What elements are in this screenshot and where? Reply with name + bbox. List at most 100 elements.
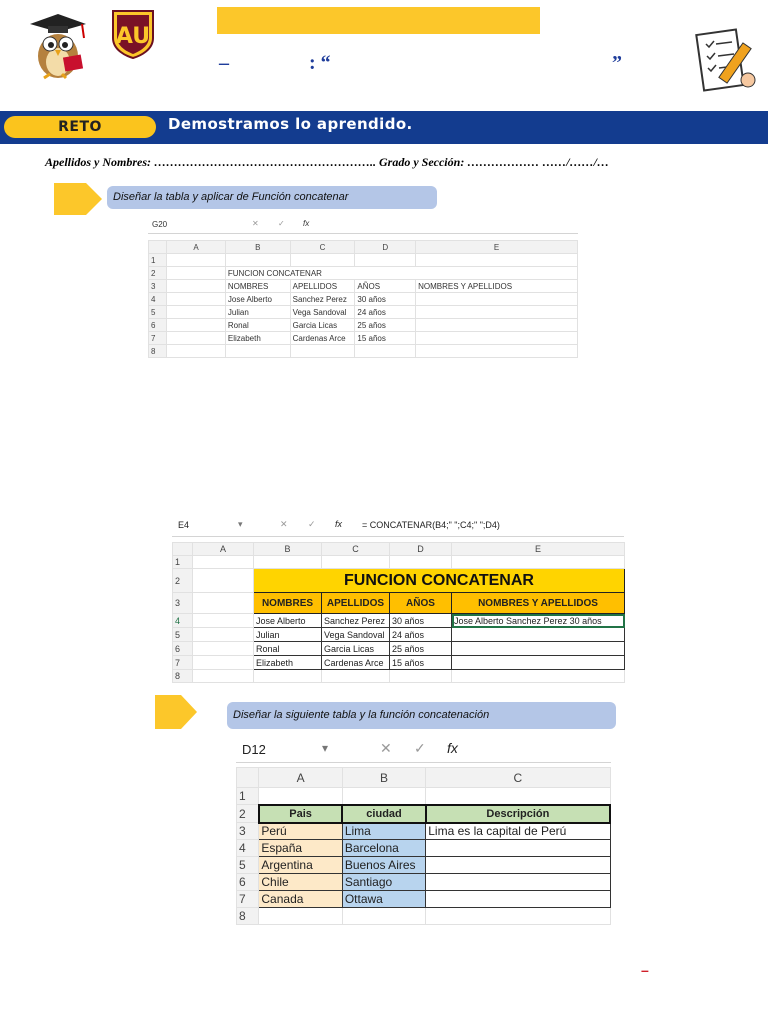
row-header[interactable]: 4 — [172, 613, 193, 628]
cell[interactable]: 24 años — [354, 305, 417, 319]
cell[interactable] — [451, 669, 625, 683]
table-title-cell[interactable]: FUNCION CONCATENAR — [224, 266, 579, 280]
row-header[interactable]: 6 — [235, 873, 260, 891]
cell[interactable] — [289, 253, 356, 267]
cell[interactable] — [192, 641, 254, 656]
dropdown-icon[interactable]: ▾ — [322, 741, 328, 755]
cell[interactable] — [192, 627, 254, 642]
table-title-cell[interactable]: FUNCION CONCATENAR — [253, 568, 625, 593]
cell[interactable]: Canada — [258, 890, 343, 908]
cell[interactable] — [415, 331, 578, 345]
column-header[interactable]: E — [451, 542, 625, 556]
cell[interactable] — [321, 669, 390, 683]
cell[interactable]: Vega Sandoval — [289, 305, 356, 319]
cell[interactable] — [166, 344, 226, 358]
cell[interactable] — [192, 592, 254, 614]
cell[interactable]: Ottawa — [341, 890, 427, 908]
cell[interactable] — [451, 555, 625, 569]
selected-cell[interactable]: Jose Alberto Sanchez Perez 30 años — [451, 613, 625, 628]
cell[interactable] — [425, 907, 611, 925]
cell[interactable] — [354, 344, 417, 358]
row-header[interactable]: 8 — [172, 669, 193, 683]
name-box[interactable]: E4 — [178, 520, 189, 530]
cell[interactable]: Ronal — [253, 641, 322, 656]
column-header[interactable]: D — [389, 542, 452, 556]
cell[interactable]: 25 años — [389, 641, 452, 656]
cell[interactable] — [389, 555, 452, 569]
header-cell[interactable]: AÑOS — [354, 279, 417, 293]
cell[interactable]: Lima — [341, 822, 427, 840]
cell[interactable]: 24 años — [389, 627, 452, 642]
cell[interactable]: Chile — [258, 873, 343, 891]
row-header[interactable]: 5 — [235, 856, 260, 874]
column-header[interactable]: D — [354, 240, 417, 254]
cell[interactable] — [192, 555, 254, 569]
cell[interactable] — [451, 627, 625, 642]
cell[interactable]: Garcia Licas — [321, 641, 390, 656]
cell[interactable]: Julian — [224, 305, 291, 319]
cell[interactable] — [341, 907, 427, 925]
cell[interactable]: Jose Alberto — [253, 613, 322, 628]
cell[interactable] — [253, 555, 322, 569]
cell[interactable]: Cardenas Arce — [289, 331, 356, 345]
column-header[interactable]: C — [321, 542, 390, 556]
cell[interactable] — [192, 613, 254, 628]
header-cell[interactable]: APELLIDOS — [321, 592, 390, 614]
row-header[interactable]: 3 — [172, 592, 193, 614]
enter-icon[interactable]: ✓ — [278, 219, 285, 228]
cell[interactable] — [166, 318, 226, 332]
column-header[interactable]: C — [425, 767, 611, 788]
cell[interactable] — [451, 641, 625, 656]
row-header[interactable]: 7 — [147, 331, 168, 345]
column-header[interactable]: B — [341, 767, 427, 788]
cell[interactable] — [415, 292, 578, 306]
enter-icon[interactable]: ✓ — [414, 740, 426, 757]
header-cell[interactable]: NOMBRES Y APELLIDOS — [415, 279, 578, 293]
column-header[interactable]: A — [258, 767, 343, 788]
row-header[interactable]: 4 — [147, 292, 168, 306]
row-header[interactable]: 5 — [147, 305, 168, 319]
cell[interactable] — [192, 568, 254, 593]
cell[interactable] — [166, 279, 226, 293]
cell[interactable] — [425, 839, 611, 857]
cell[interactable]: Elizabeth — [253, 655, 322, 670]
name-box[interactable]: G20 — [152, 220, 167, 229]
cell[interactable]: Ronal — [224, 318, 291, 332]
cell[interactable] — [224, 253, 291, 267]
column-header[interactable]: C — [289, 240, 356, 254]
dropdown-icon[interactable]: ▾ — [238, 519, 243, 530]
cell[interactable]: Garcia Licas — [289, 318, 356, 332]
corner-cell[interactable] — [147, 240, 168, 254]
cell[interactable]: 30 años — [354, 292, 417, 306]
cell[interactable] — [166, 266, 226, 280]
column-header[interactable]: E — [415, 240, 578, 254]
cell[interactable]: Cardenas Arce — [321, 655, 390, 670]
row-header[interactable]: 2 — [172, 568, 193, 593]
fx-icon[interactable]: fx — [303, 219, 309, 228]
cell[interactable] — [258, 787, 343, 805]
column-header[interactable]: A — [192, 542, 254, 556]
cell[interactable]: Barcelona — [341, 839, 427, 857]
corner-cell[interactable] — [172, 542, 193, 556]
cell[interactable]: Sanchez Perez — [289, 292, 356, 306]
name-box[interactable]: D12 — [242, 742, 266, 757]
cell[interactable] — [354, 253, 417, 267]
cell[interactable]: 25 años — [354, 318, 417, 332]
cell[interactable] — [425, 856, 611, 874]
cell[interactable] — [415, 318, 578, 332]
cell[interactable] — [425, 890, 611, 908]
cancel-icon[interactable]: ✕ — [280, 519, 288, 530]
cell[interactable]: Julian — [253, 627, 322, 642]
cell[interactable]: Lima es la capital de Perú — [425, 822, 611, 840]
cell[interactable]: España — [258, 839, 343, 857]
corner-cell[interactable] — [235, 767, 260, 788]
header-cell[interactable]: NOMBRES — [224, 279, 291, 293]
header-cell[interactable]: Pais — [257, 803, 344, 824]
cell[interactable]: Jose Alberto — [224, 292, 291, 306]
row-header[interactable]: 7 — [235, 890, 260, 908]
cell[interactable] — [166, 331, 226, 345]
row-header[interactable]: 5 — [172, 627, 193, 642]
cell[interactable] — [415, 305, 578, 319]
header-cell[interactable]: ciudad — [341, 803, 427, 824]
row-header[interactable]: 2 — [147, 266, 168, 280]
